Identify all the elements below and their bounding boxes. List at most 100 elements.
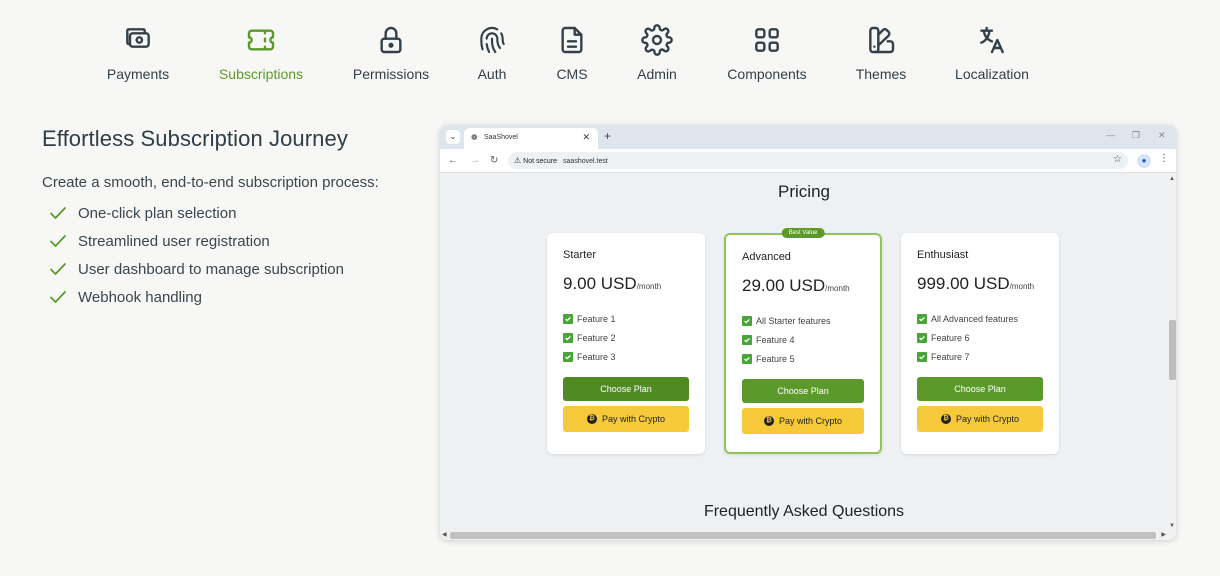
price-amount: 9.00 USD: [563, 274, 637, 293]
scroll-left-icon[interactable]: ◀: [442, 531, 447, 538]
profile-avatar-icon[interactable]: ●: [1137, 154, 1151, 168]
nav-label: Payments: [106, 66, 170, 82]
checkbox-icon: [563, 332, 573, 343]
check-icon: [50, 263, 66, 275]
plan-price: 29.00 USD/month: [742, 276, 864, 296]
choose-plan-button[interactable]: Choose Plan: [742, 379, 864, 403]
browser-tab[interactable]: ❁ SaaShovel ✕: [464, 128, 598, 149]
list-item: All Advanced features: [917, 309, 1043, 328]
list-item-label: Webhook handling: [78, 288, 202, 306]
nav-label: CMS: [556, 66, 588, 82]
plan-features: All Advanced features Feature 6 Feature …: [917, 309, 1043, 366]
bitcoin-icon: ₿: [940, 414, 951, 424]
tab-list-button[interactable]: ⌄: [446, 130, 460, 144]
window-close-icon[interactable]: ✕: [1158, 130, 1166, 141]
gear-icon: [641, 24, 673, 56]
crypto-button-label: Pay with Crypto: [778, 416, 843, 426]
nav-item-localization[interactable]: Localization: [937, 24, 1047, 82]
browser-tab-bar: ⌄ ❁ SaaShovel ✕ + — ❐ ✕: [440, 125, 1176, 149]
crypto-button-label: Pay with Crypto: [955, 414, 1020, 424]
nav-label: Subscriptions: [218, 66, 304, 82]
nav-item-themes[interactable]: Themes: [826, 24, 936, 82]
back-icon[interactable]: ←: [448, 155, 458, 166]
choose-plan-button[interactable]: Choose Plan: [563, 377, 689, 401]
section-intro: Create a smooth, end-to-end subscription…: [42, 174, 379, 191]
price-period: /month: [825, 284, 850, 293]
nav-item-subscriptions[interactable]: Subscriptions: [206, 24, 316, 82]
forward-icon[interactable]: →: [470, 155, 480, 166]
vertical-scrollbar[interactable]: ▲ ▼: [1168, 173, 1176, 532]
plan-name: Enthusiast: [917, 249, 969, 261]
plan-name: Starter: [563, 249, 597, 261]
check-icon: [50, 291, 66, 303]
choose-plan-button[interactable]: Choose Plan: [917, 377, 1043, 401]
list-item: Feature 3: [563, 347, 689, 366]
grid-icon: [755, 28, 779, 52]
pay-crypto-button[interactable]: ₿ Pay with Crypto: [917, 406, 1043, 432]
scrollbar-thumb[interactable]: [450, 532, 1156, 539]
scroll-up-icon[interactable]: ▲: [1169, 176, 1175, 182]
price-amount: 29.00 USD: [742, 276, 826, 295]
feature-nav: Payments Subscriptions Permissions Auth …: [0, 0, 1220, 100]
bitcoin-icon: ₿: [763, 416, 774, 426]
best-value-badge: Best Value: [781, 228, 825, 238]
checkbox-icon: [917, 313, 927, 324]
site-favicon-icon: ❁: [471, 133, 478, 142]
scrollbar-thumb[interactable]: [1169, 320, 1176, 380]
feature-label: Feature 1: [577, 313, 616, 324]
crypto-button-label: Pay with Crypto: [601, 414, 666, 424]
list-item-label: Streamlined user registration: [78, 232, 270, 250]
price-period: /month: [636, 282, 662, 291]
nav-item-admin[interactable]: Admin: [602, 24, 712, 82]
checkbox-icon: [917, 332, 927, 343]
new-tab-icon[interactable]: +: [604, 129, 611, 143]
price-amount: 999.00 USD: [917, 274, 1010, 293]
menu-kebab-icon[interactable]: ⋮: [1159, 153, 1169, 164]
plan-price: 999.00 USD/month: [917, 274, 1043, 294]
checkbox-icon: [742, 315, 752, 326]
pay-crypto-button[interactable]: ₿ Pay with Crypto: [742, 408, 864, 434]
bitcoin-icon: ₿: [586, 414, 597, 424]
list-item: Feature 5: [742, 349, 864, 368]
ticket-icon: [247, 29, 275, 51]
bookmark-star-icon[interactable]: ☆: [1113, 154, 1122, 165]
checkbox-icon: [742, 353, 752, 364]
nav-item-payments[interactable]: Payments: [83, 24, 193, 82]
section-title: Effortless Subscription Journey: [42, 126, 348, 151]
payments-icon: [126, 28, 150, 48]
plan-name: Advanced: [742, 251, 791, 263]
list-item: Feature 1: [563, 309, 689, 328]
list-item: Feature 4: [742, 330, 864, 349]
horizontal-scrollbar[interactable]: ◀ ▶: [440, 530, 1176, 540]
minimize-icon[interactable]: —: [1106, 130, 1115, 140]
nav-label: Localization: [955, 66, 1029, 82]
list-item: Feature 6: [917, 328, 1043, 347]
feature-label: All Advanced features: [931, 313, 1019, 324]
scroll-down-icon[interactable]: ▼: [1169, 523, 1175, 529]
feature-label: Feature 4: [756, 334, 795, 345]
plan-card-advanced: Best Value Advanced 29.00 USD/month All …: [724, 228, 882, 454]
list-item: One-click plan selection: [42, 199, 422, 227]
pay-crypto-button[interactable]: ₿ Pay with Crypto: [563, 406, 689, 432]
nav-label: Admin: [637, 66, 677, 82]
list-item: Feature 2: [563, 328, 689, 347]
price-period: /month: [1009, 282, 1035, 291]
list-item: Webhook handling: [42, 283, 422, 311]
checkbox-icon: [917, 351, 927, 362]
url-text: saashovel.test: [563, 158, 608, 165]
close-icon[interactable]: ✕: [582, 132, 590, 143]
list-item: Feature 7: [917, 347, 1043, 366]
scroll-right-icon[interactable]: ▶: [1161, 531, 1166, 538]
reload-icon[interactable]: ↻: [490, 155, 498, 166]
lock-icon: [380, 26, 402, 54]
tab-title: SaaShovel: [484, 134, 518, 141]
restore-icon[interactable]: ❐: [1132, 130, 1140, 141]
plan-price: 9.00 USD/month: [563, 274, 689, 294]
plan-card-enthusiast: Enthusiast 999.00 USD/month All Advanced…: [901, 233, 1059, 454]
list-item-label: One-click plan selection: [78, 204, 237, 222]
feature-list: One-click plan selection Streamlined use…: [42, 199, 422, 311]
address-bar[interactable]: ⚠ Not secure saashovel.test ☆: [508, 152, 1128, 169]
nav-item-permissions[interactable]: Permissions: [336, 24, 446, 82]
security-label: Not secure: [523, 158, 558, 165]
nav-item-components[interactable]: Components: [712, 24, 822, 82]
